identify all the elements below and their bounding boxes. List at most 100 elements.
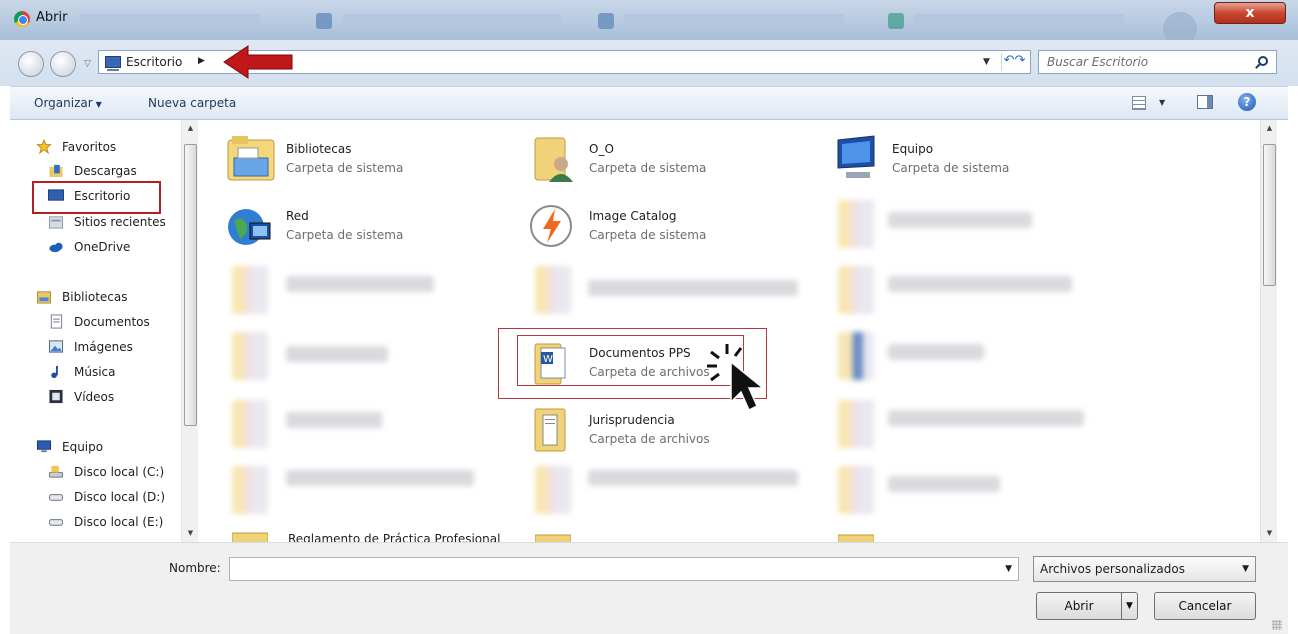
folder-icon (535, 534, 571, 542)
image-catalog-icon (530, 205, 572, 247)
music-icon (51, 365, 58, 379)
blurred-tab (342, 14, 562, 28)
organize-button[interactable]: Organizar ▼ (34, 96, 102, 110)
file-type-select[interactable]: Archivos personalizados ▼ (1033, 556, 1256, 582)
file-list: Bibliotecas Carpeta de sistema O_O Carpe… (198, 120, 1260, 542)
chrome-logo-icon (14, 11, 30, 27)
forward-button[interactable] (50, 51, 76, 77)
breadcrumb-escritorio[interactable]: Escritorio (126, 55, 182, 69)
nav-label: Disco local (E:) (74, 515, 164, 529)
search-icon[interactable] (1258, 56, 1268, 66)
view-dropdown-icon[interactable]: ▼ (1159, 98, 1165, 107)
search-box[interactable]: Buscar Escritorio (1038, 50, 1277, 74)
file-name: O_O (589, 142, 614, 156)
change-view-icon[interactable] (1132, 96, 1146, 110)
nav-label: Imágenes (74, 340, 133, 354)
command-bar: Organizar ▼ Nueva carpeta ▼ ? (10, 86, 1288, 120)
file-type: Carpeta de sistema (589, 161, 707, 175)
blurred-file-icon (838, 400, 874, 448)
annotation-arrow-icon (223, 45, 293, 79)
file-type: Carpeta de sistema (589, 228, 707, 242)
nav-scrollbar[interactable]: ▲ ▼ (181, 120, 198, 542)
blurred-file-icon (232, 332, 268, 380)
scroll-down-icon[interactable]: ▼ (1261, 525, 1278, 542)
star-icon (36, 139, 52, 154)
chevron-down-icon: ▼ (1242, 564, 1249, 574)
preview-pane-icon[interactable] (1197, 95, 1213, 109)
computer-icon (837, 135, 875, 178)
pictures-icon (48, 340, 64, 353)
libraries-folder-icon (227, 136, 275, 181)
dialog-footer: Nombre: ▼ Archivos personalizados ▼ Abri… (10, 542, 1288, 634)
cancel-button[interactable]: Cancelar (1154, 592, 1256, 620)
nav-label: Descargas (74, 164, 137, 178)
nav-label: Disco local (D:) (74, 490, 166, 504)
scroll-thumb[interactable] (1263, 144, 1276, 286)
new-folder-button[interactable]: Nueva carpeta (148, 96, 236, 110)
blurred-file-icon (838, 466, 874, 514)
file-item-bibliotecas[interactable]: Bibliotecas Carpeta de sistema (226, 132, 526, 188)
close-button[interactable]: x (1214, 2, 1286, 24)
resize-grip-icon[interactable] (1272, 620, 1282, 630)
file-item-image-catalog[interactable]: Image Catalog Carpeta de sistema (529, 199, 829, 255)
organize-label: Organizar (34, 96, 93, 110)
file-name: Equipo (892, 142, 934, 156)
click-cursor-icon (707, 344, 766, 412)
network-icon (228, 209, 271, 245)
blurred-file-name (588, 280, 798, 296)
file-item-red[interactable]: Red Carpeta de sistema (226, 199, 526, 255)
blurred-favicon-icon (888, 13, 904, 29)
scroll-thumb[interactable] (184, 144, 197, 426)
history-dropdown-icon[interactable]: ▽ (84, 59, 91, 69)
nav-label: Música (74, 365, 116, 379)
window-title: Abrir (36, 10, 68, 25)
open-split-dropdown-icon[interactable]: ▼ (1121, 593, 1137, 619)
blurred-tab (914, 14, 1124, 28)
desktop-icon (105, 56, 121, 71)
address-row: ▽ Escritorio ▶ ▼ ↶↷ Buscar Escritorio (0, 40, 1298, 86)
back-button[interactable] (18, 51, 44, 77)
folder-icon (534, 408, 566, 452)
file-name-reglamento[interactable]: Reglamento de Práctica Profesional (288, 532, 500, 542)
computer-icon (36, 440, 52, 453)
recent-places-icon (48, 216, 64, 229)
file-type-value: Archivos personalizados (1040, 562, 1185, 576)
blurred-file-icon (838, 266, 874, 314)
file-list-scrollbar[interactable]: ▲ ▼ (1260, 120, 1277, 542)
blurred-file-icon (232, 266, 268, 314)
blurred-file-icon (838, 332, 874, 380)
scroll-up-icon[interactable]: ▲ (1261, 120, 1278, 137)
nav-label: Favoritos (62, 140, 117, 154)
file-type: Carpeta de archivos (589, 432, 710, 446)
blurred-file-name (286, 346, 388, 362)
blurred-file-icon (838, 200, 874, 248)
folder-icon (232, 532, 268, 542)
blurred-file-name (286, 276, 434, 292)
address-dropdown-icon[interactable]: ▼ (983, 57, 990, 67)
breadcrumb-arrow-icon[interactable]: ▶ (198, 56, 205, 66)
open-button[interactable]: Abrir ▼ (1036, 592, 1138, 620)
drive-icon (48, 494, 64, 501)
blurred-file-icon (535, 466, 571, 514)
help-icon[interactable]: ? (1238, 93, 1256, 111)
search-placeholder: Buscar Escritorio (1047, 55, 1149, 69)
nav-label: OneDrive (74, 240, 131, 254)
scroll-down-icon[interactable]: ▼ (182, 525, 198, 542)
open-label: Abrir (1064, 599, 1094, 613)
filename-input[interactable]: ▼ (229, 557, 1019, 581)
onedrive-icon (49, 242, 63, 253)
folder-icon (838, 534, 874, 542)
blurred-file-icon (232, 466, 268, 514)
scroll-up-icon[interactable]: ▲ (182, 120, 198, 137)
file-type: Carpeta de sistema (286, 228, 404, 242)
documents-icon (50, 314, 63, 329)
file-name: Image Catalog (589, 209, 677, 223)
file-name: Jurisprudencia (589, 413, 675, 427)
refresh-icon[interactable]: ↶↷ (1001, 53, 1027, 71)
file-item-equipo[interactable]: Equipo Carpeta de sistema (832, 132, 1132, 188)
file-item-o-o[interactable]: O_O Carpeta de sistema (529, 132, 829, 188)
nav-label: Bibliotecas (62, 290, 128, 304)
blurred-file-icon (232, 400, 268, 448)
blurred-file-name (888, 276, 1072, 292)
filename-dropdown-icon[interactable]: ▼ (1005, 564, 1012, 574)
